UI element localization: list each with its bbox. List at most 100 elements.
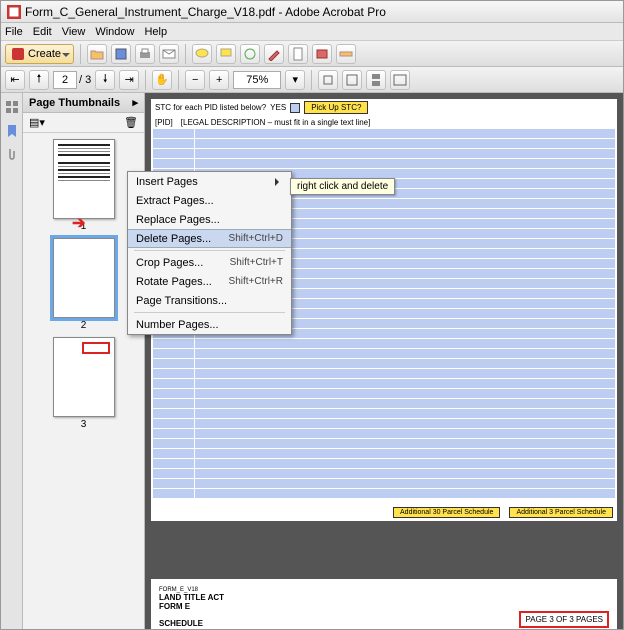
prev-page-button[interactable]: 🠕	[29, 70, 49, 90]
thumb-options-icon[interactable]: ▤▾	[29, 116, 45, 129]
zoom-dropdown[interactable]: ▾	[285, 70, 305, 90]
up-icon: 🠕	[37, 70, 42, 89]
tooltip: right click and delete	[290, 178, 395, 195]
zoom-out-button[interactable]: −	[185, 70, 205, 90]
down-icon: 🠗	[103, 70, 108, 89]
stamp-icon	[243, 47, 257, 61]
pen-icon	[267, 47, 281, 61]
plus-icon: +	[216, 74, 222, 86]
toolbar-nav: ⇤ 🠕 / 3 🠗 ⇥ ✋ − + ▾	[1, 67, 623, 93]
stamp-button[interactable]	[240, 44, 260, 64]
first-icon: ⇤	[10, 73, 19, 86]
ctx-number-pages[interactable]: Number Pages...	[128, 315, 291, 334]
bookmarks-rail-button[interactable]	[4, 123, 20, 139]
pickup-stc-button[interactable]: Pick Up STC?	[304, 101, 368, 114]
thumb-label: 3	[81, 419, 87, 430]
pid-header: [PID]	[155, 118, 173, 127]
print-button[interactable]	[135, 44, 155, 64]
menu-edit[interactable]: Edit	[33, 26, 52, 38]
create-button[interactable]: Create	[5, 44, 74, 64]
ctx-rotate-pages[interactable]: Rotate Pages...Shift+Ctrl+R	[128, 272, 291, 291]
form-title: FORM E	[159, 602, 609, 611]
page-of-box: PAGE 3 OF 3 PAGES	[519, 611, 609, 628]
schedule-title: SCHEDULE	[159, 619, 203, 628]
clip-icon	[4, 147, 20, 163]
ctx-insert-pages[interactable]: Insert Pages	[128, 172, 291, 191]
thumbnails-rail-button[interactable]	[4, 99, 20, 115]
chevron-down-icon: ▾	[292, 73, 298, 86]
reading-mode-button[interactable]	[390, 70, 410, 90]
stc-label: STC for each PID listed below?	[155, 103, 266, 112]
email-button[interactable]	[159, 44, 179, 64]
speech-icon	[195, 47, 209, 61]
context-menu: Insert Pages Extract Pages... Replace Pa…	[127, 171, 292, 335]
panel-menu-icon[interactable]: ▸	[132, 96, 138, 109]
ruler-icon	[339, 47, 353, 61]
comment-button[interactable]	[192, 44, 212, 64]
fit-page-icon	[345, 73, 359, 87]
thumbnail-page-3[interactable]: 3	[41, 337, 126, 430]
doc-icon	[291, 47, 305, 61]
highlight-button[interactable]	[216, 44, 236, 64]
fit-width-icon	[321, 73, 335, 87]
attachments-rail-button[interactable]	[4, 147, 20, 163]
menu-file[interactable]: File	[5, 26, 23, 38]
folder-icon	[90, 47, 104, 61]
ctx-replace-pages[interactable]: Replace Pages...	[128, 210, 291, 229]
thumbnail-page-2[interactable]: 2	[41, 238, 126, 331]
mail-icon	[162, 47, 176, 61]
stc-checkbox[interactable]	[290, 103, 300, 113]
minus-icon: −	[192, 74, 198, 86]
last-page-button[interactable]: ⇥	[119, 70, 139, 90]
window-title: Form_C_General_Instrument_Charge_V18.pdf…	[25, 5, 386, 19]
scroll-mode-button[interactable]	[366, 70, 386, 90]
fit-width-button[interactable]	[318, 70, 338, 90]
add-30-parcel-button[interactable]: Additional 30 Parcel Schedule	[393, 507, 500, 518]
page-total: / 3	[79, 74, 91, 86]
ctx-crop-pages[interactable]: Crop Pages...Shift+Ctrl+T	[128, 253, 291, 272]
first-page-button[interactable]: ⇤	[5, 70, 25, 90]
add-3-parcel-button[interactable]: Additional 3 Parcel Schedule	[509, 507, 613, 518]
page-3-content: FORM_E_V18 LAND TITLE ACT FORM E SCHEDUL…	[151, 579, 617, 629]
menu-window[interactable]: Window	[95, 26, 134, 38]
nav-rail	[1, 93, 23, 629]
zoom-in-button[interactable]: +	[209, 70, 229, 90]
page-input[interactable]	[53, 71, 77, 89]
ctx-page-transitions[interactable]: Page Transitions...	[128, 291, 291, 310]
legal-header: [LEGAL DESCRIPTION – must fit in a singl…	[181, 118, 371, 127]
ctx-extract-pages[interactable]: Extract Pages...	[128, 191, 291, 210]
open-button[interactable]	[87, 44, 107, 64]
pdf-icon	[7, 5, 21, 19]
save-button[interactable]	[111, 44, 131, 64]
form-button[interactable]	[288, 44, 308, 64]
measure-button[interactable]	[336, 44, 356, 64]
fit-page-button[interactable]	[342, 70, 362, 90]
create-label: Create	[28, 48, 61, 60]
toolbar-main: Create	[1, 41, 623, 67]
submenu-arrow-icon	[275, 178, 283, 186]
ctx-delete-pages[interactable]: Delete Pages...Shift+Ctrl+D	[128, 229, 291, 248]
scroll-icon	[369, 73, 383, 87]
bookmark-icon	[4, 123, 20, 139]
titlebar: Form_C_General_Instrument_Charge_V18.pdf…	[1, 1, 623, 23]
act-title: LAND TITLE ACT	[159, 593, 609, 602]
annotation-red-box	[82, 342, 110, 354]
multimedia-button[interactable]	[312, 44, 332, 64]
thumb-label: 2	[81, 320, 87, 331]
menu-view[interactable]: View	[62, 26, 86, 38]
menu-help[interactable]: Help	[144, 26, 167, 38]
callout-icon	[219, 47, 233, 61]
menubar: File Edit View Window Help	[1, 23, 623, 41]
thumbnails-title: Page Thumbnails	[29, 97, 120, 109]
hand-tool[interactable]: ✋	[152, 70, 172, 90]
create-icon	[12, 48, 24, 60]
last-icon: ⇥	[125, 73, 134, 86]
hand-icon: ✋	[155, 73, 169, 86]
sign-button[interactable]	[264, 44, 284, 64]
disk-icon	[114, 47, 128, 61]
thumb-delete-icon[interactable]: 🗑	[124, 116, 138, 129]
zoom-input[interactable]	[233, 71, 281, 89]
next-page-button[interactable]: 🠗	[95, 70, 115, 90]
printer-icon	[138, 47, 152, 61]
page-of-text: PAGE 3 OF 3 PAGES	[525, 615, 603, 624]
